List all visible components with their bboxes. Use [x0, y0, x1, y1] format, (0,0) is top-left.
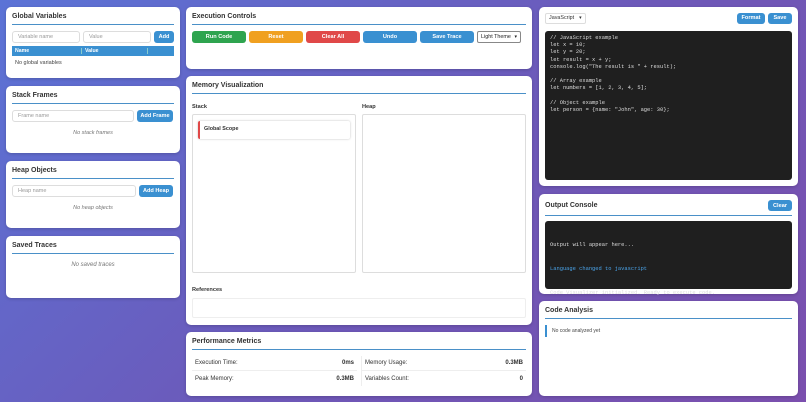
stack-frames-title: Stack Frames — [12, 92, 174, 104]
heap-objects-panel: Heap Objects Heap name Add Heap No heap … — [6, 161, 180, 228]
variables-count-value: 0 — [519, 375, 523, 382]
variables-table-header: Name Value — [12, 46, 174, 56]
references-label: References — [192, 287, 223, 293]
stack-frames-panel: Stack Frames Frame name Add Frame No sta… — [6, 86, 180, 153]
stack-frames-empty: No stack frames — [73, 130, 113, 136]
save-button[interactable]: Save — [768, 12, 792, 24]
heap-area — [362, 114, 526, 273]
peak-memory-value: 0.3MB — [336, 375, 354, 382]
execution-controls-panel: Execution Controls Run Code Reset Clear … — [186, 7, 532, 69]
code-editor[interactable]: // JavaScript example let x = 10; let y … — [545, 31, 792, 180]
memory-visualization-panel: Memory Visualization Stack Heap Global S… — [186, 76, 532, 325]
col-value: Value — [82, 48, 148, 54]
variable-name-input[interactable]: Variable name — [12, 31, 80, 43]
heap-objects-empty: No heap objects — [73, 205, 113, 211]
stack-area: Global Scope — [192, 114, 356, 273]
global-scope-label: Global Scope — [204, 126, 239, 132]
stack-label: Stack — [192, 104, 207, 110]
clear-all-button[interactable]: Clear All — [306, 31, 360, 43]
col-name: Name — [12, 48, 82, 54]
language-select-value: JavaScript — [549, 15, 575, 21]
chevron-down-icon: ▾ — [514, 34, 517, 40]
theme-select-value: Light Theme — [481, 34, 511, 40]
peak-memory-row: Peak Memory: 0.3MB — [195, 375, 354, 382]
add-variable-button[interactable]: Add — [154, 31, 174, 43]
code-editor-panel: JavaScript ▾ Format Save // JavaScript e… — [539, 7, 798, 186]
execution-time-value: 0ms — [341, 360, 354, 366]
add-frame-button[interactable]: Add Frame — [137, 110, 173, 122]
frame-name-input[interactable]: Frame name — [12, 110, 134, 122]
undo-button[interactable]: Undo — [363, 31, 417, 43]
variable-value-input[interactable]: Value — [83, 31, 151, 43]
saved-traces-title: Saved Traces — [12, 242, 174, 254]
heap-label: Heap — [362, 104, 376, 110]
theme-select[interactable]: Light Theme ▾ — [477, 31, 521, 43]
heap-objects-title: Heap Objects — [12, 167, 174, 179]
performance-metrics-title: Performance Metrics — [192, 338, 526, 350]
save-trace-button[interactable]: Save Trace — [420, 31, 474, 43]
console-line: Language changed to javascript — [550, 266, 648, 272]
language-select[interactable]: JavaScript ▾ — [545, 12, 586, 24]
console-line: Code Visualizer initialized. Ready to ex… — [550, 290, 715, 296]
memory-visualization-title: Memory Visualization — [192, 82, 526, 94]
output-console-title: Output Console — [545, 202, 598, 209]
saved-traces-empty: No saved traces — [71, 262, 115, 268]
memory-usage-value: 0.3MB — [505, 360, 523, 366]
console-line: Output will appear here... — [550, 242, 635, 248]
add-heap-button[interactable]: Add Heap — [139, 185, 173, 197]
format-button[interactable]: Format — [737, 12, 765, 24]
memory-usage-row: Memory Usage: 0.3MB — [362, 356, 526, 371]
chevron-down-icon: ▾ — [579, 15, 582, 21]
variables-count-row: Variables Count: 0 — [365, 375, 523, 382]
variables-empty: No global variables — [15, 60, 62, 66]
saved-traces-panel: Saved Traces No saved traces — [6, 236, 180, 298]
global-scope-frame[interactable]: Global Scope — [198, 121, 350, 139]
performance-metrics-panel: Performance Metrics Execution Time: 0ms … — [186, 332, 532, 396]
references-area — [192, 298, 526, 318]
global-variables-panel: Global Variables Variable name Value Add… — [6, 7, 180, 78]
console-output: Output will appear here... Language chan… — [545, 221, 792, 296]
clear-console-button[interactable]: Clear — [768, 200, 792, 211]
code-analysis-empty: No code analyzed yet — [545, 325, 792, 337]
execution-time-row: Execution Time: 0ms — [192, 356, 357, 371]
execution-controls-title: Execution Controls — [192, 13, 526, 25]
reset-button[interactable]: Reset — [249, 31, 303, 43]
heap-name-input[interactable]: Heap name — [12, 185, 136, 197]
code-analysis-title: Code Analysis — [545, 307, 792, 319]
output-console-panel: Output Console Clear Output will appear … — [539, 194, 798, 296]
code-analysis-panel: Code Analysis No code analyzed yet — [539, 301, 798, 396]
global-variables-title: Global Variables — [12, 13, 174, 25]
run-code-button[interactable]: Run Code — [192, 31, 246, 43]
